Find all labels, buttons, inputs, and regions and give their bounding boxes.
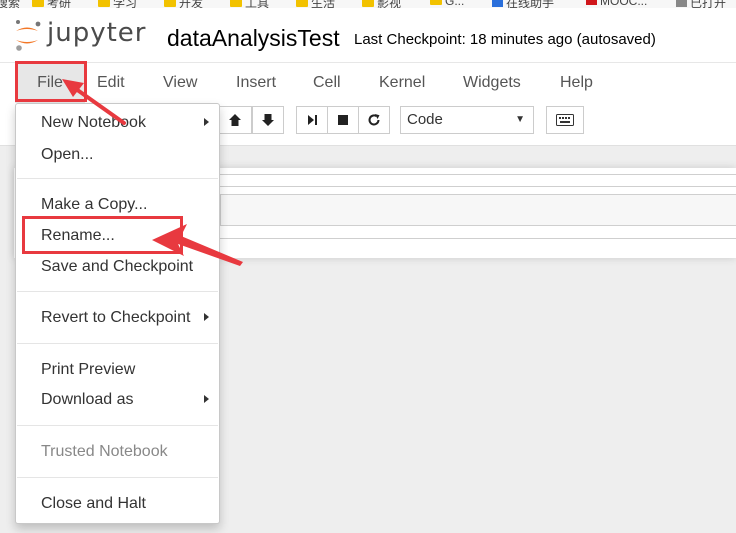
menu-insert[interactable]: Insert bbox=[236, 63, 276, 103]
site-icon bbox=[676, 0, 687, 7]
menu-divider bbox=[17, 291, 218, 292]
bookmark-item[interactable]: MOOC... bbox=[586, 0, 647, 8]
menu-view[interactable]: View bbox=[163, 63, 197, 103]
move-down-button[interactable] bbox=[252, 106, 284, 134]
bookmark-item[interactable]: 搜索 bbox=[0, 0, 20, 8]
cell-border bbox=[220, 174, 736, 175]
code-cell-input[interactable] bbox=[220, 194, 736, 226]
menu-item-close-halt[interactable]: Close and Halt bbox=[41, 495, 146, 513]
run-button[interactable] bbox=[296, 106, 328, 134]
submenu-caret-icon bbox=[204, 313, 209, 321]
submenu-caret-icon bbox=[204, 118, 209, 126]
file-menu-dropdown: New Notebook Open... Make a Copy... Rena… bbox=[15, 103, 220, 524]
menu-divider bbox=[17, 425, 218, 426]
menu-item-print-preview[interactable]: Print Preview bbox=[41, 361, 135, 379]
cell-type-select[interactable]: Code ▼ bbox=[400, 106, 534, 134]
menu-cell[interactable]: Cell bbox=[313, 63, 341, 103]
keyboard-icon bbox=[556, 114, 574, 126]
bookmark-item[interactable]: 开发 bbox=[164, 0, 203, 8]
menu-edit[interactable]: Edit bbox=[97, 63, 125, 103]
menu-item-new-notebook[interactable]: New Notebook bbox=[41, 114, 146, 132]
bookmark-item[interactable]: 已打开 bbox=[676, 0, 726, 8]
menu-divider bbox=[17, 343, 218, 344]
bookmark-item[interactable]: 学习 bbox=[98, 0, 137, 8]
site-icon bbox=[492, 0, 503, 7]
folder-icon bbox=[230, 0, 242, 7]
bookmark-item[interactable]: 在线助手 bbox=[492, 0, 554, 8]
bookmark-item[interactable]: 考研 bbox=[32, 0, 71, 8]
command-palette-button[interactable] bbox=[546, 106, 584, 134]
jupyter-logo-text[interactable]: jupyter bbox=[47, 18, 146, 48]
submenu-caret-icon bbox=[204, 395, 209, 403]
folder-icon bbox=[362, 0, 374, 7]
bookmark-item[interactable]: 影视 bbox=[362, 0, 401, 8]
cell-border bbox=[220, 238, 736, 239]
folder-icon bbox=[98, 0, 110, 7]
bookmark-item[interactable]: 工具 bbox=[230, 0, 269, 8]
menu-item-save-checkpoint[interactable]: Save and Checkpoint bbox=[41, 258, 193, 276]
menu-widgets[interactable]: Widgets bbox=[463, 63, 521, 103]
menu-item-trusted-notebook: Trusted Notebook bbox=[41, 443, 168, 460]
menu-item-make-copy[interactable]: Make a Copy... bbox=[41, 196, 147, 214]
bookmarks-bar: 搜索 考研 学习 开发 工具 生活 影视 G... 在线助手 MOOC... 已… bbox=[0, 0, 736, 8]
restart-button[interactable] bbox=[358, 106, 390, 134]
run-next-icon bbox=[308, 115, 317, 125]
jupyter-logo-icon[interactable] bbox=[12, 18, 42, 52]
cell-border bbox=[220, 186, 736, 187]
folder-icon bbox=[32, 0, 44, 7]
folder-icon bbox=[430, 0, 442, 5]
highlight-box-rename bbox=[22, 216, 183, 254]
interrupt-button[interactable] bbox=[327, 106, 359, 134]
arrow-down-icon bbox=[262, 114, 274, 126]
chevron-down-icon: ▼ bbox=[515, 114, 525, 125]
cell-type-value: Code bbox=[407, 111, 443, 128]
restart-icon bbox=[368, 114, 380, 126]
checkpoint-status: Last Checkpoint: 18 minutes ago (autosav… bbox=[354, 31, 656, 48]
folder-icon bbox=[164, 0, 176, 7]
menu-divider bbox=[17, 178, 218, 179]
highlight-box-file bbox=[15, 61, 87, 102]
folder-icon bbox=[296, 0, 308, 7]
menubar: File Edit View Insert Cell Kernel Widget… bbox=[0, 62, 736, 104]
menu-item-open[interactable]: Open... bbox=[41, 146, 93, 164]
stop-icon bbox=[338, 115, 348, 125]
menu-help[interactable]: Help bbox=[560, 63, 593, 103]
bookmark-item[interactable]: G... bbox=[430, 0, 464, 8]
notebook-header: jupyter dataAnalysisTest Last Checkpoint… bbox=[0, 8, 736, 62]
arrow-up-icon bbox=[229, 114, 241, 126]
menu-item-revert-checkpoint[interactable]: Revert to Checkpoint bbox=[41, 309, 190, 327]
menu-item-download-as[interactable]: Download as bbox=[41, 391, 134, 409]
menu-divider bbox=[17, 477, 218, 478]
notebook-name[interactable]: dataAnalysisTest bbox=[167, 25, 340, 52]
bookmark-item[interactable]: 生活 bbox=[296, 0, 335, 8]
move-up-button[interactable] bbox=[219, 106, 252, 134]
site-icon bbox=[586, 0, 597, 5]
menu-kernel[interactable]: Kernel bbox=[379, 63, 425, 103]
